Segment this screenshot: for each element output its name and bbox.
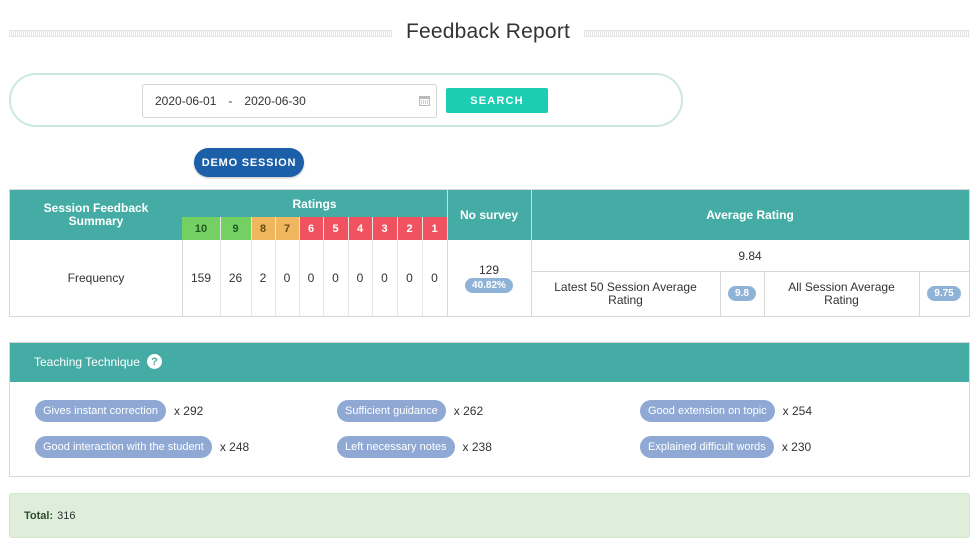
teaching-technique-header: Teaching Technique ?	[10, 343, 969, 382]
search-button[interactable]: SEARCH	[446, 88, 548, 113]
rating-count-5: 0	[332, 271, 339, 285]
rating-count-10: 159	[190, 271, 212, 285]
technique-item: Good extension on topic x 254	[640, 400, 812, 422]
technique-item: Good interaction with the student x 248	[35, 436, 249, 458]
date-from: 2020-06-01	[155, 94, 217, 108]
technique-count: x 262	[453, 404, 484, 418]
grid-line	[323, 217, 324, 316]
teaching-technique-panel: Teaching Technique ? Gives instant corre…	[9, 342, 970, 477]
header-no-survey: No survey	[447, 190, 531, 240]
feedback-summary-table: Session Feedback Summary Ratings No surv…	[9, 189, 970, 317]
page-title: Feedback Report	[405, 20, 571, 43]
latest-50-session-label: Latest 50 Session Average Rating	[554, 279, 697, 307]
technique-tag: Left necessary notes	[337, 436, 455, 458]
help-icon[interactable]: ?	[147, 354, 162, 369]
grid-line	[720, 271, 721, 316]
grid-line	[397, 217, 398, 316]
technique-tag: Good interaction with the student	[35, 436, 212, 458]
technique-tag: Good extension on topic	[640, 400, 775, 422]
technique-item: Explained difficult words x 230	[640, 436, 811, 458]
technique-count: x 254	[782, 404, 812, 418]
grid-line	[531, 190, 532, 316]
no-survey-count: 129	[478, 263, 500, 277]
date-range-input[interactable]: 2020-06-01 - 2020-06-30	[142, 84, 437, 118]
technique-tag: Sufficient guidance	[337, 400, 446, 422]
technique-count: x 248	[219, 440, 250, 454]
grid-line	[447, 190, 448, 316]
technique-count: x 238	[462, 440, 492, 454]
latest-50-session-badge: 9.8	[728, 286, 756, 301]
rating-count-6: 0	[307, 271, 315, 285]
no-survey-percent-badge: 40.82%	[465, 278, 513, 293]
rating-score-10: 10	[182, 217, 220, 240]
row-label-frequency: Frequency	[67, 271, 125, 285]
grid-line	[220, 217, 221, 316]
header-ratings: Ratings	[182, 190, 447, 217]
rating-score-4: 4	[348, 217, 372, 240]
teaching-technique-title: Teaching Technique	[34, 355, 140, 369]
average-rating-value: 9.84	[738, 248, 762, 263]
all-session-cell: 9.75	[919, 271, 969, 316]
header-session-feedback-summary: Session Feedback Summary	[10, 190, 182, 240]
grid-line	[764, 271, 765, 316]
rating-score-9: 9	[220, 217, 251, 240]
calendar-icon[interactable]	[419, 96, 430, 106]
rating-count-2: 0	[406, 271, 413, 285]
rating-score-5: 5	[323, 217, 348, 240]
technique-item: Gives instant correction x 292	[35, 400, 203, 422]
rating-score-2: 2	[397, 217, 422, 240]
rating-score-1: 1	[422, 217, 447, 240]
grid-line	[251, 217, 252, 316]
title-divider-left	[9, 30, 392, 37]
date-separator: -	[228, 94, 233, 108]
grid-line	[422, 217, 423, 316]
rating-score-7: 7	[275, 217, 299, 240]
grid-line	[348, 217, 349, 316]
grid-line	[919, 271, 920, 316]
rating-count-4: 0	[356, 271, 364, 285]
total-value: 316	[57, 509, 76, 522]
technique-tag: Explained difficult words	[640, 436, 774, 458]
no-survey-cell: 129 40.82%	[447, 240, 531, 316]
rating-score-6: 6	[299, 217, 323, 240]
grid-line	[275, 217, 276, 316]
rating-score-8: 8	[251, 217, 275, 240]
grid-line	[372, 217, 373, 316]
grid-line	[299, 217, 300, 316]
rating-count-7: 0	[283, 271, 291, 285]
all-session-badge: 9.75	[927, 286, 961, 301]
technique-count: x 230	[781, 440, 812, 454]
all-session-label: All Session Average Rating	[788, 279, 895, 307]
technique-count: x 292	[173, 404, 204, 418]
title-divider-right	[584, 30, 970, 37]
grid-line	[531, 271, 969, 272]
search-bar: 2020-06-01 - 2020-06-30 SEARCH	[9, 73, 683, 127]
date-to: 2020-06-30	[244, 94, 306, 108]
grid-line	[182, 240, 183, 316]
technique-item: Sufficient guidance x 262	[337, 400, 483, 422]
technique-tag: Gives instant correction	[35, 400, 166, 422]
total-bar: Total: 316	[9, 493, 970, 538]
rating-score-3: 3	[372, 217, 397, 240]
rating-count-1: 0	[431, 271, 438, 285]
demo-session-button[interactable]: DEMO SESSION	[194, 148, 304, 177]
rating-count-3: 0	[381, 271, 388, 285]
rating-count-8: 2	[259, 271, 267, 285]
header-average-rating: Average Rating	[531, 190, 969, 240]
rating-count-9: 26	[228, 271, 243, 285]
latest-50-session-cell: 9.8	[720, 271, 764, 316]
technique-item: Left necessary notes x 238	[337, 436, 492, 458]
page-header: Feedback Report	[9, 18, 970, 48]
total-label: Total:	[24, 509, 54, 522]
